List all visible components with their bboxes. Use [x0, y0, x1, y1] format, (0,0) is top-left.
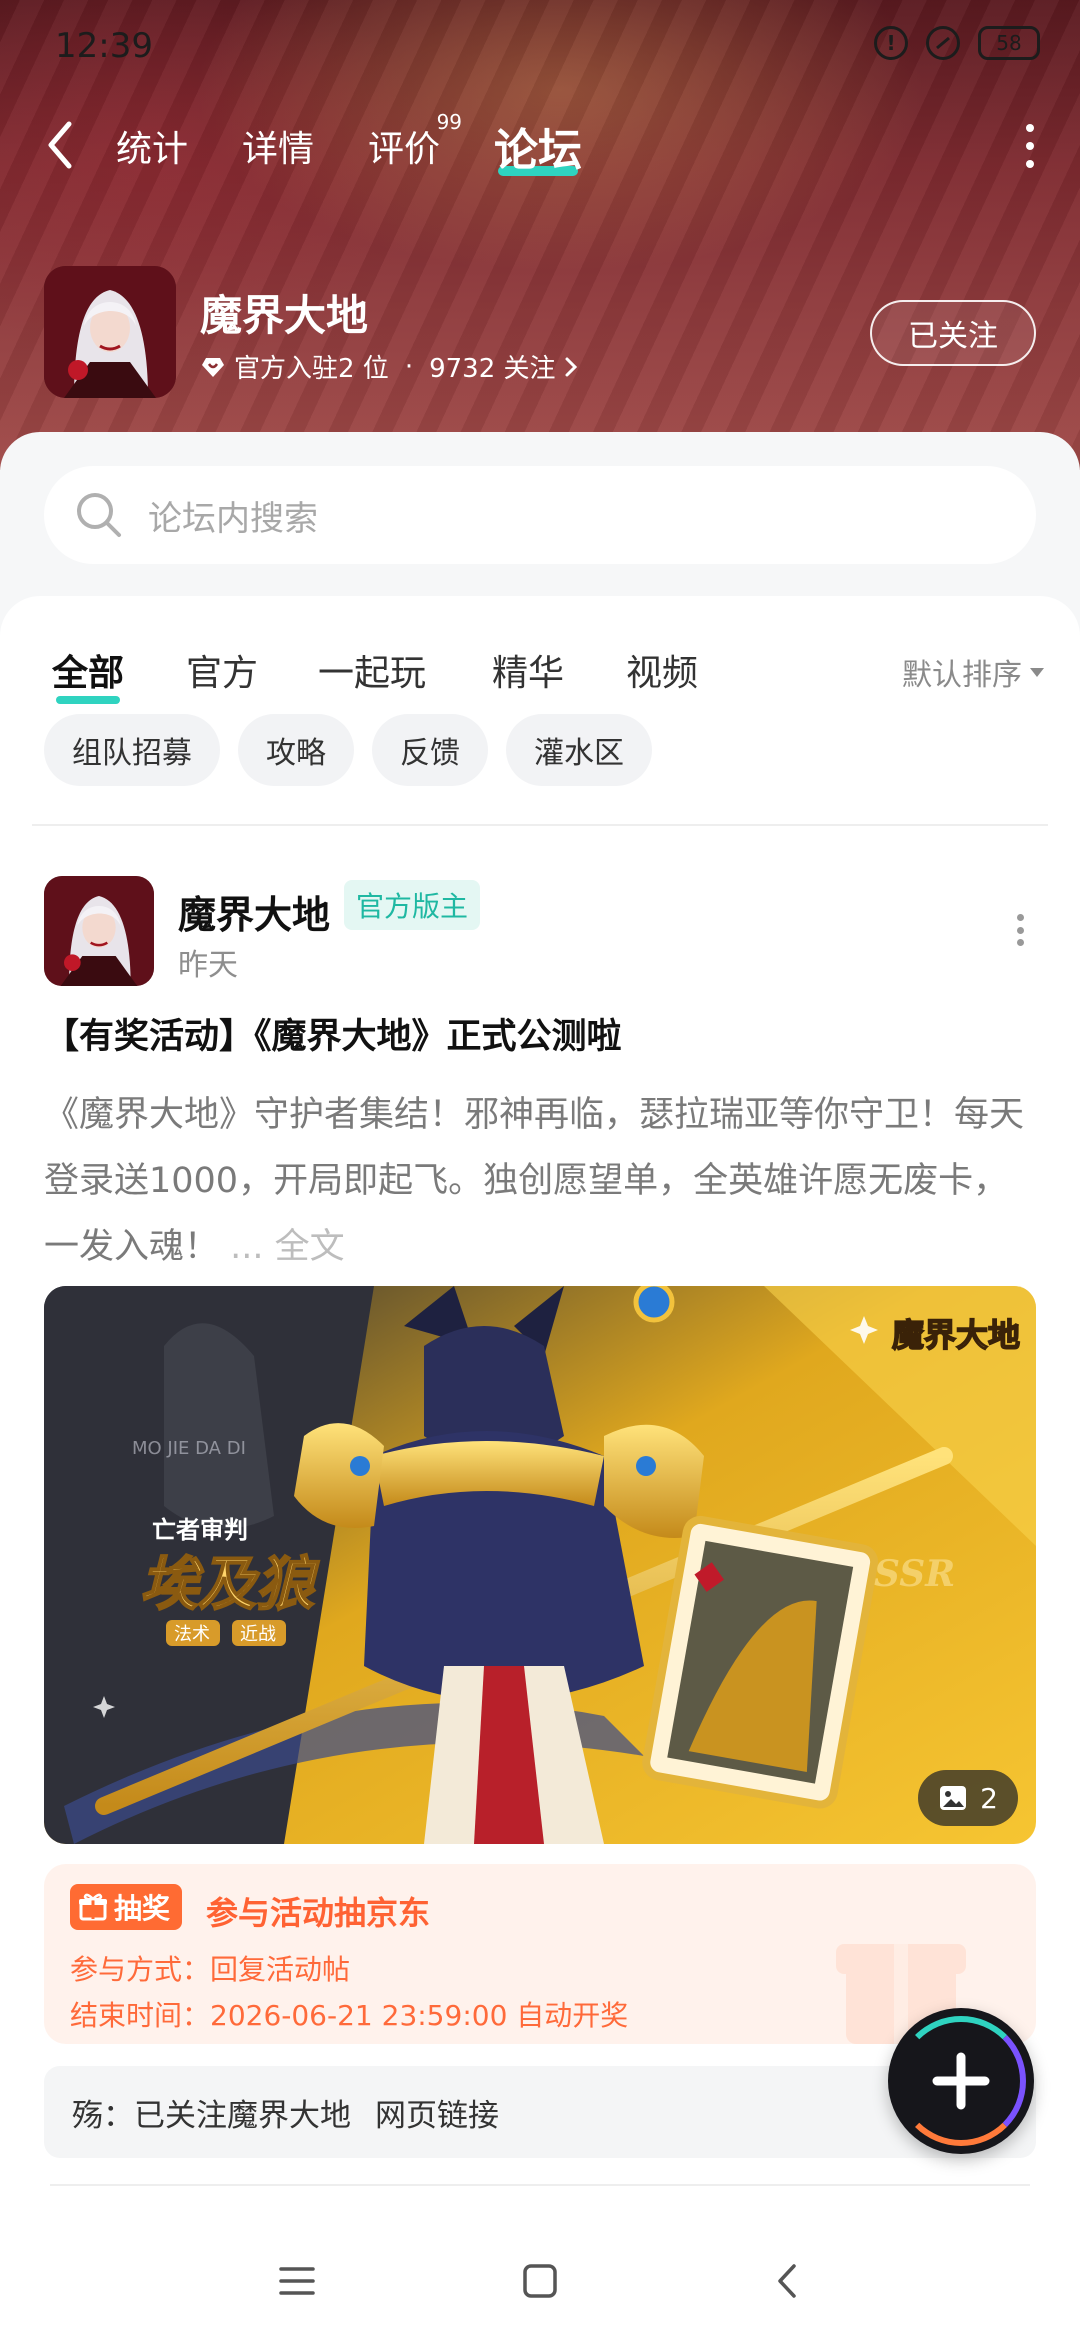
filter-tab-official[interactable]: 官方 [186, 644, 258, 696]
post-more-button[interactable] [1014, 914, 1026, 946]
follow-button[interactable]: 已关注 [870, 300, 1036, 366]
lottery-method: 参与方式：回复活动帖 [70, 1953, 351, 1986]
plus-icon [932, 2052, 990, 2110]
gallery-icon [940, 1786, 967, 1810]
gift-icon [79, 1893, 107, 1921]
image-logo-text: 魔界大地 [892, 1316, 1020, 1354]
recent-apps-button[interactable] [272, 2256, 322, 2306]
tab-forum[interactable]: 论坛 [494, 114, 582, 178]
post-time: 昨天 [178, 948, 238, 983]
tab-details[interactable]: 详情 [242, 120, 314, 172]
tab-details-label: 详情 [242, 129, 315, 170]
search-placeholder: 论坛内搜索 [148, 498, 318, 539]
tab-reviews[interactable]: 评价 99 [368, 110, 462, 172]
sort-label: 默认排序 [902, 658, 1022, 693]
moderator-badge: 官方版主 [344, 880, 481, 930]
create-post-button[interactable] [888, 2008, 1034, 2154]
sort-dropdown[interactable]: 默认排序 [902, 650, 1044, 694]
official-count: 官方入驻2 位 [234, 354, 389, 384]
comment-text: 殇：已关注魔界大地 [72, 2097, 351, 2134]
chevron-right-icon [565, 357, 577, 376]
game-header: 12:39 ! 58 统计 详情 评价 99 论坛 魔界大地 官方入驻2 位 ·… [0, 0, 1080, 470]
diamond-heart-icon [202, 357, 224, 377]
forum-panel: 论坛内搜索 全部 官方 一起玩 精华 视频 默认排序 组队招募 攻略 反馈 灌水… [0, 432, 1080, 2296]
status-icons: ! 58 [874, 26, 1040, 60]
game-icon[interactable] [44, 266, 176, 398]
lottery-tag-label: 抽奖 [114, 1892, 171, 1925]
filter-tab-video[interactable]: 视频 [626, 644, 698, 696]
game-title: 魔界大地 [200, 291, 369, 340]
reviews-count-badge: 99 [436, 110, 463, 134]
post-author-name[interactable]: 魔界大地 [178, 884, 330, 939]
filter-tab-play-together[interactable]: 一起玩 [318, 644, 426, 696]
svg-text:SSR: SSR [874, 1553, 955, 1595]
read-more-link[interactable]: ... 全文 [230, 1227, 345, 1267]
chip-feedback[interactable]: 反馈 [372, 714, 488, 786]
follow-count: 9732 关注 [429, 354, 556, 384]
chip-chat[interactable]: 灌水区 [506, 714, 652, 786]
image-tiny-text: MO JIE DA DI [132, 1438, 246, 1459]
system-back-button[interactable] [762, 2256, 812, 2306]
search-input[interactable]: 论坛内搜索 [44, 466, 1036, 564]
back-button[interactable] [45, 118, 85, 172]
chevron-left-icon [48, 121, 72, 169]
alert-icon: ! [874, 26, 908, 60]
more-menu-button[interactable] [1020, 124, 1040, 168]
lottery-card[interactable]: 抽奖 参与活动抽京东 参与方式：回复活动帖 结束时间：2026-06-21 23… [44, 1864, 1036, 2044]
battery-icon: 58 [978, 26, 1040, 60]
image-tag-2: 近战 [240, 1624, 276, 1645]
square-home-icon [523, 2264, 557, 2298]
menu-icon [279, 2267, 315, 2295]
post-image[interactable]: SSR MO JIE DA DI 亡者审判 埃及狼 法术 近战 魔界大地 2 [44, 1286, 1036, 1844]
battery-level: 58 [996, 31, 1022, 55]
top-nav: 统计 详情 评价 99 论坛 [0, 110, 1080, 180]
tab-stats-label: 统计 [116, 129, 189, 170]
post-body-text: 《魔界大地》守护者集结！邪神再临，瑟拉瑞亚等你守卫！每天登录送1000，开局即起… [44, 1095, 1025, 1267]
lottery-title: 参与活动抽京东 [206, 1894, 431, 1932]
status-time: 12:39 [55, 26, 153, 66]
tab-reviews-label: 评价 [368, 129, 441, 170]
filter-tab-featured[interactable]: 精华 [492, 644, 564, 696]
image-count: 2 [980, 1781, 998, 1815]
lottery-end-time: 结束时间：2026-06-21 23:59:00 自动开奖 [70, 1999, 629, 2032]
filter-tabs: 全部 官方 一起玩 精华 视频 默认排序 [0, 636, 1080, 706]
image-tag-1: 法术 [174, 1624, 210, 1645]
home-button[interactable] [515, 2256, 565, 2306]
post-author-avatar[interactable] [44, 876, 154, 986]
game-meta[interactable]: 官方入驻2 位 · 9732 关注 [200, 348, 578, 385]
category-chips: 组队招募 攻略 反馈 灌水区 [44, 714, 652, 786]
meta-separator: · [404, 351, 414, 382]
divider [50, 2184, 1030, 2186]
tab-forum-label: 论坛 [494, 125, 582, 176]
image-count-badge[interactable]: 2 [918, 1770, 1018, 1826]
lottery-tag: 抽奖 [70, 1884, 183, 1930]
comment-link[interactable]: 网页链接 [375, 2090, 499, 2135]
image-hero-name: 埃及狼 [140, 1550, 320, 1618]
tab-stats[interactable]: 统计 [116, 120, 188, 172]
system-navigation-bar [0, 2220, 1080, 2340]
divider [32, 824, 1048, 826]
post-body[interactable]: 《魔界大地》守护者集结！邪神再临，瑟拉瑞亚等你守卫！每天登录送1000，开局即起… [44, 1082, 1034, 1280]
nfc-icon [926, 26, 960, 60]
chevron-left-icon [778, 2264, 796, 2298]
caret-down-icon [1030, 667, 1044, 677]
image-hero-subtitle: 亡者审判 [152, 1516, 248, 1544]
chip-team-recruit[interactable]: 组队招募 [44, 714, 220, 786]
filter-tab-all[interactable]: 全部 [52, 644, 124, 704]
post-title[interactable]: 【有奖活动】《魔界大地》正式公测啦 [44, 1008, 1044, 1059]
search-icon [77, 493, 121, 537]
chip-guides[interactable]: 攻略 [238, 714, 354, 786]
